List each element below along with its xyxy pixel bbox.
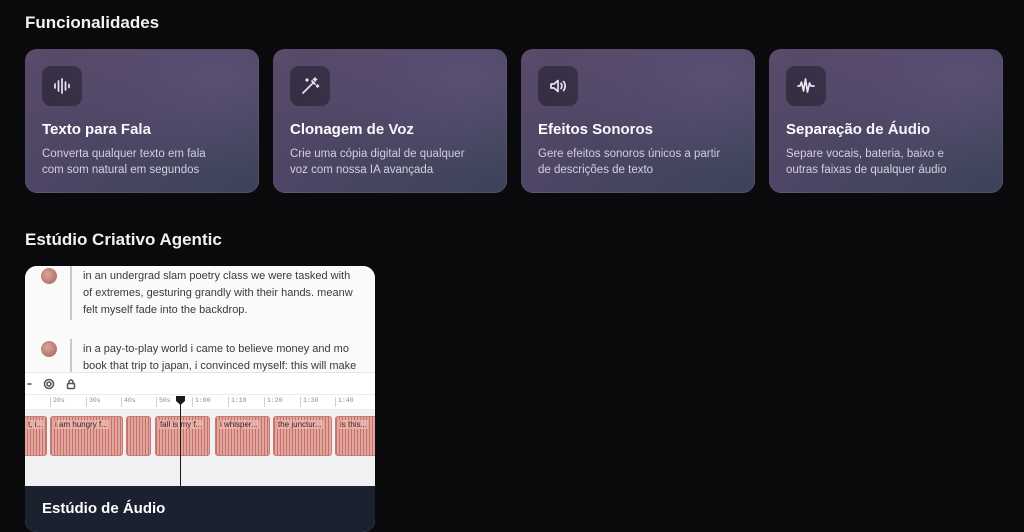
feature-cards: Texto para Fala Converta qualquer texto … [25,49,1003,193]
ruler-tick: 1:40 [335,397,354,407]
audio-clip[interactable]: i whisper... [215,416,270,456]
studio-label: Estúdio de Áudio [42,500,166,517]
transcript-divider [70,339,72,372]
transcript-line: in a pay-to-play world i came to believe… [83,343,349,355]
card-title: Texto para Fala [42,121,151,138]
transcript-divider [70,266,72,320]
target-icon[interactable] [43,377,57,391]
audio-clip[interactable]: fall is my f... [155,416,210,456]
magic-wand-icon [290,66,330,106]
playhead[interactable] [180,396,181,486]
card-sound-effects[interactable]: Efeitos Sonoros Gere efeitos sonoros úni… [521,49,755,193]
transcript-line: in an undergrad slam poetry class we wer… [83,270,351,282]
features-section-title: Funcionalidades [25,13,160,32]
ruler-tick: 1:10 [228,397,247,407]
ruler-tick: 50s [156,397,171,407]
audio-clip[interactable]: i am hungry f... [50,416,123,456]
avatar [41,341,57,357]
audio-studio-card[interactable]: in an undergrad slam poetry class we wer… [25,266,375,532]
transcript-line: book that trip to japan, i convinced mys… [83,360,357,372]
audio-wave-icon [786,66,826,106]
split-icon[interactable] [27,377,41,391]
card-title: Separação de Áudio [786,121,931,138]
transcript-line: felt myself fade into the backdrop. [83,304,248,316]
audio-clip[interactable]: the junctur... [273,416,332,456]
timeline-ruler: 20s 30s 40s 50s 1:00 1:10 1:20 1:30 1:40 [25,394,375,410]
waveform-icon [42,66,82,106]
lock-icon[interactable] [65,377,79,391]
speaker-icon [538,66,578,106]
card-voice-cloning[interactable]: Clonagem de Voz Crie uma cópia digital d… [273,49,507,193]
studio-footer: Estúdio de Áudio [25,486,375,532]
ruler-tick: 1:30 [300,397,319,407]
audio-track: t, i... i am hungry f... fall is my f...… [25,410,375,486]
card-description: Converta qualquer texto em fala com som n… [42,148,206,176]
card-text-to-speech[interactable]: Texto para Fala Converta qualquer texto … [25,49,259,193]
ruler-tick: 40s [121,397,136,407]
card-audio-separation[interactable]: Separação de Áudio Separe vocais, bateri… [769,49,1003,193]
card-title: Efeitos Sonoros [538,121,654,138]
card-description: Crie uma cópia digital de qualquer voz co… [290,148,465,176]
ruler-tick: 20s [50,397,65,407]
audio-clip[interactable]: is this... [335,416,375,456]
timeline-toolbar [25,372,375,394]
card-title: Clonagem de Voz [290,121,414,138]
ruler-tick: 1:00 [192,397,211,407]
audio-clip[interactable]: t, i... [25,416,47,456]
studio-section-title: Estúdio Criativo Agentic [25,230,222,249]
card-description: Separe vocais, bateria, baixo e outras fa… [786,148,947,176]
audio-clip[interactable] [126,416,151,456]
transcript-preview: in an undergrad slam poetry class we wer… [25,266,375,372]
transcript-line: of extremes, gesturing grandly with thei… [83,287,353,299]
ruler-tick: 30s [86,397,101,407]
avatar [41,268,57,284]
ruler-tick: 1:20 [264,397,283,407]
card-description: Gere efeitos sonoros únicos a partir de d… [538,148,721,176]
